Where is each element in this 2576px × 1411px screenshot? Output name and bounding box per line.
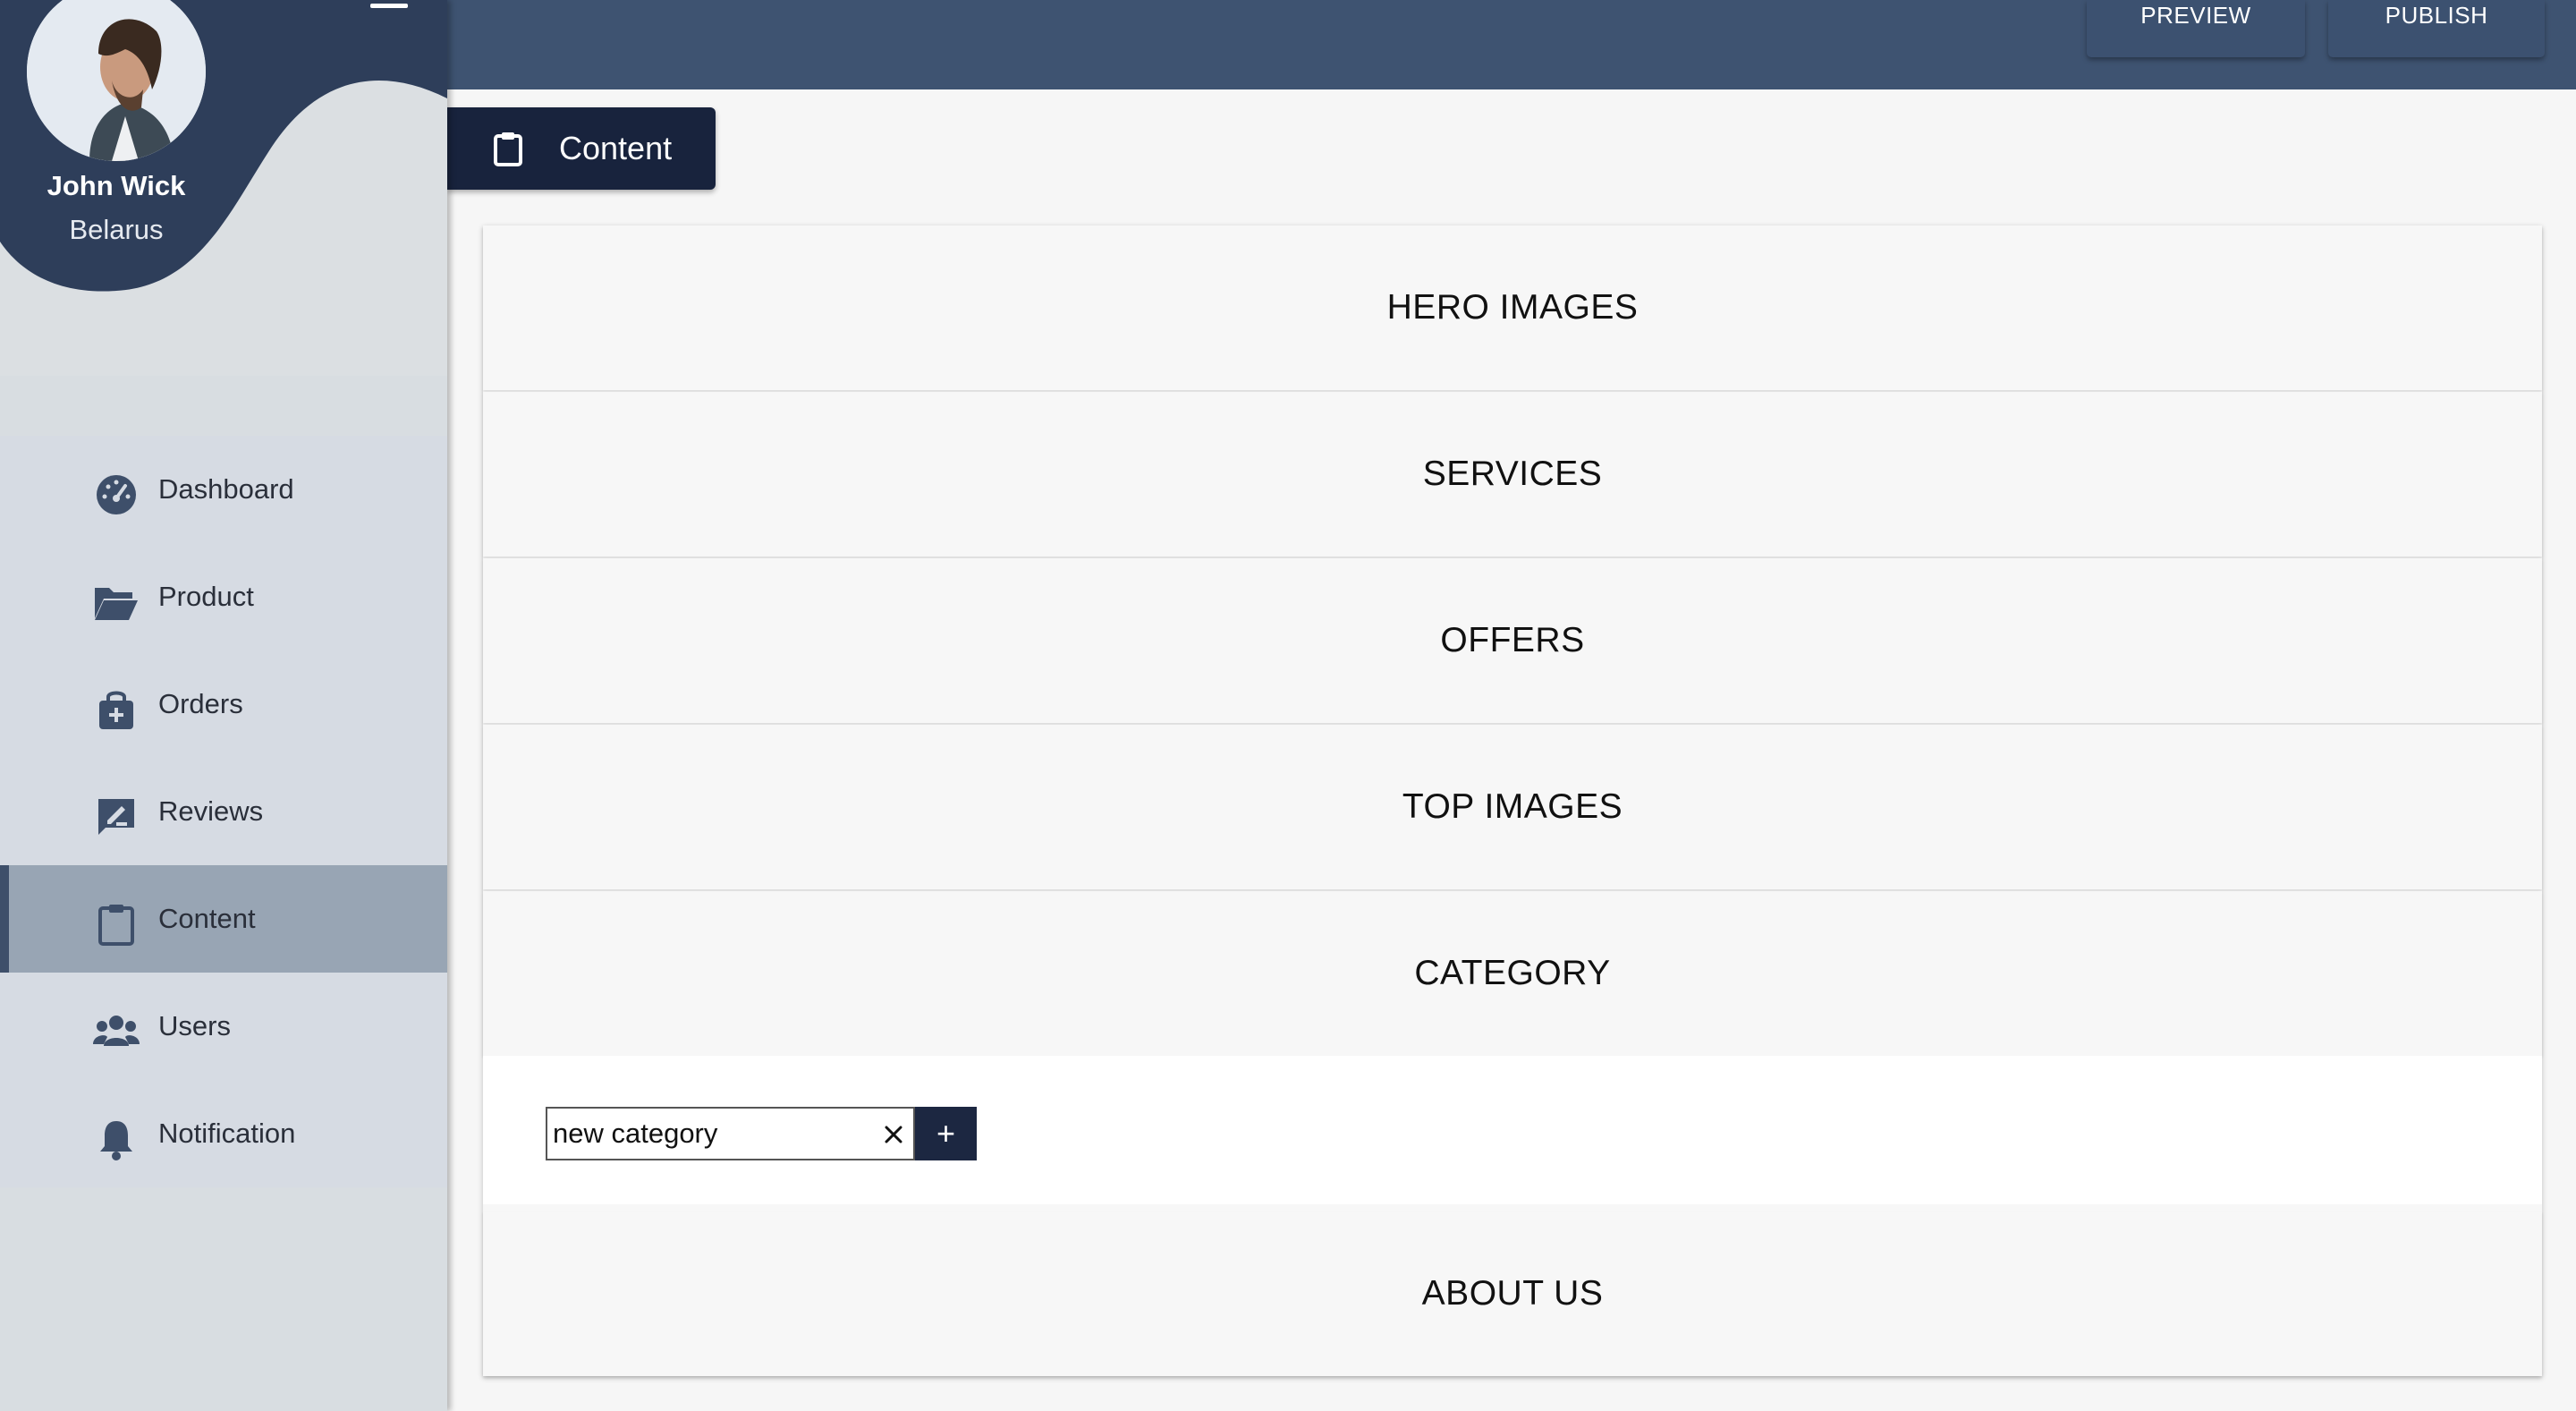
clipboard-icon xyxy=(494,132,522,166)
sidebar-item-label: Dashboard xyxy=(158,473,294,505)
rate-review-icon xyxy=(98,799,134,835)
preview-button[interactable]: PREVIEW xyxy=(2087,0,2305,57)
sidebar: John Wick Belarus Dashboard Product Orde… xyxy=(0,0,447,1411)
sidebar-item-product[interactable]: Product xyxy=(0,543,447,650)
sidebar-item-content[interactable]: Content xyxy=(0,865,447,973)
section-hero-images[interactable]: HERO IMAGES xyxy=(483,225,2542,390)
menu-toggle-icon[interactable] xyxy=(370,4,408,8)
people-icon xyxy=(93,1016,140,1046)
sidebar-item-label: Orders xyxy=(158,688,243,719)
section-services[interactable]: SERVICES xyxy=(483,392,2542,557)
profile-card: John Wick Belarus xyxy=(0,0,447,376)
sidebar-item-orders[interactable]: Orders xyxy=(0,650,447,758)
sidebar-item-notification[interactable]: Notification xyxy=(0,1080,447,1187)
user-name: John Wick xyxy=(47,170,186,201)
section-offers[interactable]: OFFERS xyxy=(483,558,2542,723)
category-input-wrapper xyxy=(546,1107,915,1160)
category-editor: + xyxy=(483,1056,2542,1204)
add-category-button[interactable]: + xyxy=(915,1107,977,1160)
publish-button[interactable]: PUBLISH xyxy=(2328,0,2545,57)
content-sections-panel: HERO IMAGES SERVICES OFFERS TOP IMAGES C… xyxy=(483,225,2542,1376)
section-about-us[interactable]: ABOUT US xyxy=(483,1211,2542,1376)
sidebar-item-label: Users xyxy=(158,1010,231,1041)
sidebar-item-label: Content xyxy=(158,903,256,934)
sidebar-item-label: Product xyxy=(158,581,254,612)
page-title: Content xyxy=(559,130,673,166)
section-category[interactable]: CATEGORY xyxy=(483,891,2542,1056)
folder-open-icon xyxy=(95,588,138,620)
sidebar-item-reviews[interactable]: Reviews xyxy=(0,758,447,865)
new-category-input[interactable] xyxy=(553,1114,866,1153)
shopping-bag-plus-icon xyxy=(99,691,133,729)
top-bar: PREVIEW PUBLISH xyxy=(447,0,2576,89)
bell-icon xyxy=(100,1121,132,1160)
sidebar-item-dashboard[interactable]: Dashboard xyxy=(0,436,447,543)
speedometer-icon xyxy=(97,475,136,514)
clipboard-icon xyxy=(98,905,134,946)
sidebar-nav: Dashboard Product Orders Reviews Content… xyxy=(0,436,447,1187)
section-top-images[interactable]: TOP IMAGES xyxy=(483,725,2542,889)
clear-icon[interactable] xyxy=(878,1119,909,1150)
page-title-tab[interactable]: Content xyxy=(447,107,716,190)
sidebar-item-users[interactable]: Users xyxy=(0,973,447,1080)
sidebar-item-label: Reviews xyxy=(158,795,264,827)
sidebar-item-label: Notification xyxy=(158,1118,296,1149)
user-country: Belarus xyxy=(69,214,164,245)
